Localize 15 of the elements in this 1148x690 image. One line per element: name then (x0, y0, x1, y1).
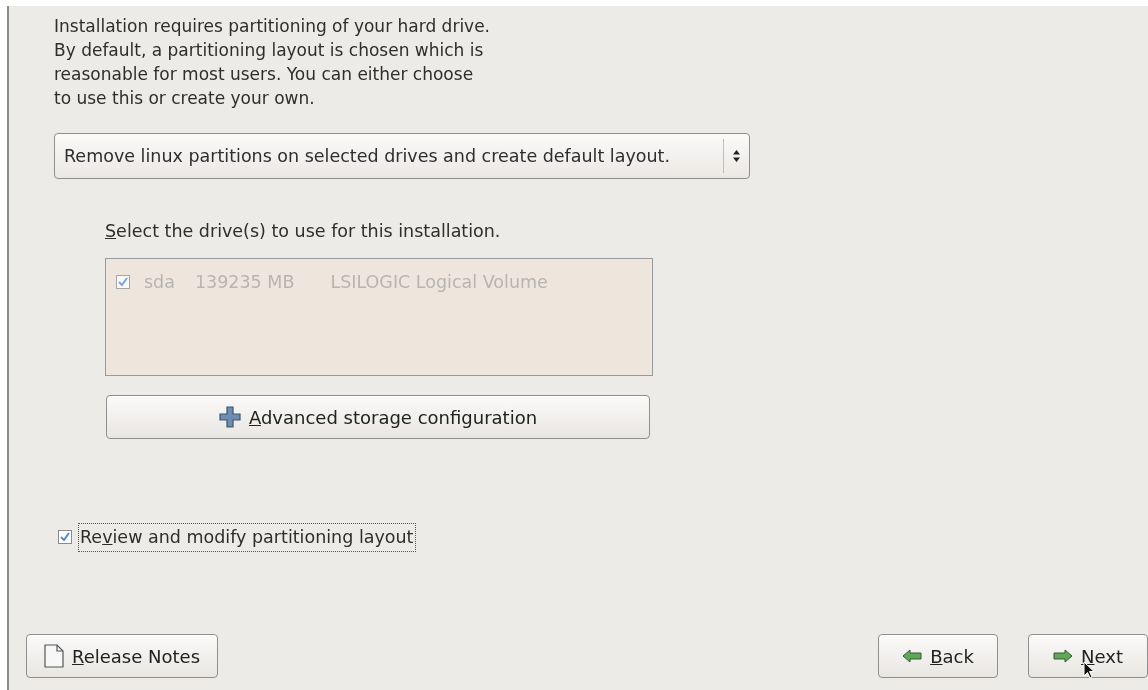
review-checkbox-label[interactable]: Review and modify partitioning layout (78, 523, 416, 552)
next-button[interactable]: Next (1028, 634, 1148, 678)
release-notes-button[interactable]: Release Notes (26, 634, 218, 678)
advanced-storage-button[interactable]: Advanced storage configuration (106, 395, 650, 440)
checkbox[interactable] (58, 530, 72, 545)
right-arrow-icon (1053, 649, 1074, 663)
mouse-pointer-icon (1083, 661, 1095, 679)
plus-icon (218, 406, 241, 429)
document-icon (43, 644, 64, 668)
up-down-caret-icon (732, 149, 741, 163)
intro-paragraph: Installation requires partitioning of your hard drive. By default, a partitioning layout is chosen which is reasonable for most users. You can either choose to use this or create your own. (54, 15, 492, 110)
back-button[interactable]: Back (878, 634, 998, 678)
drive-list-label: Select the drive(s) to use for this installation. (105, 220, 502, 243)
layout-dropdown[interactable]: Remove linux partitions on selected drives and create default layout. (54, 133, 750, 179)
left-arrow-icon (902, 649, 923, 663)
